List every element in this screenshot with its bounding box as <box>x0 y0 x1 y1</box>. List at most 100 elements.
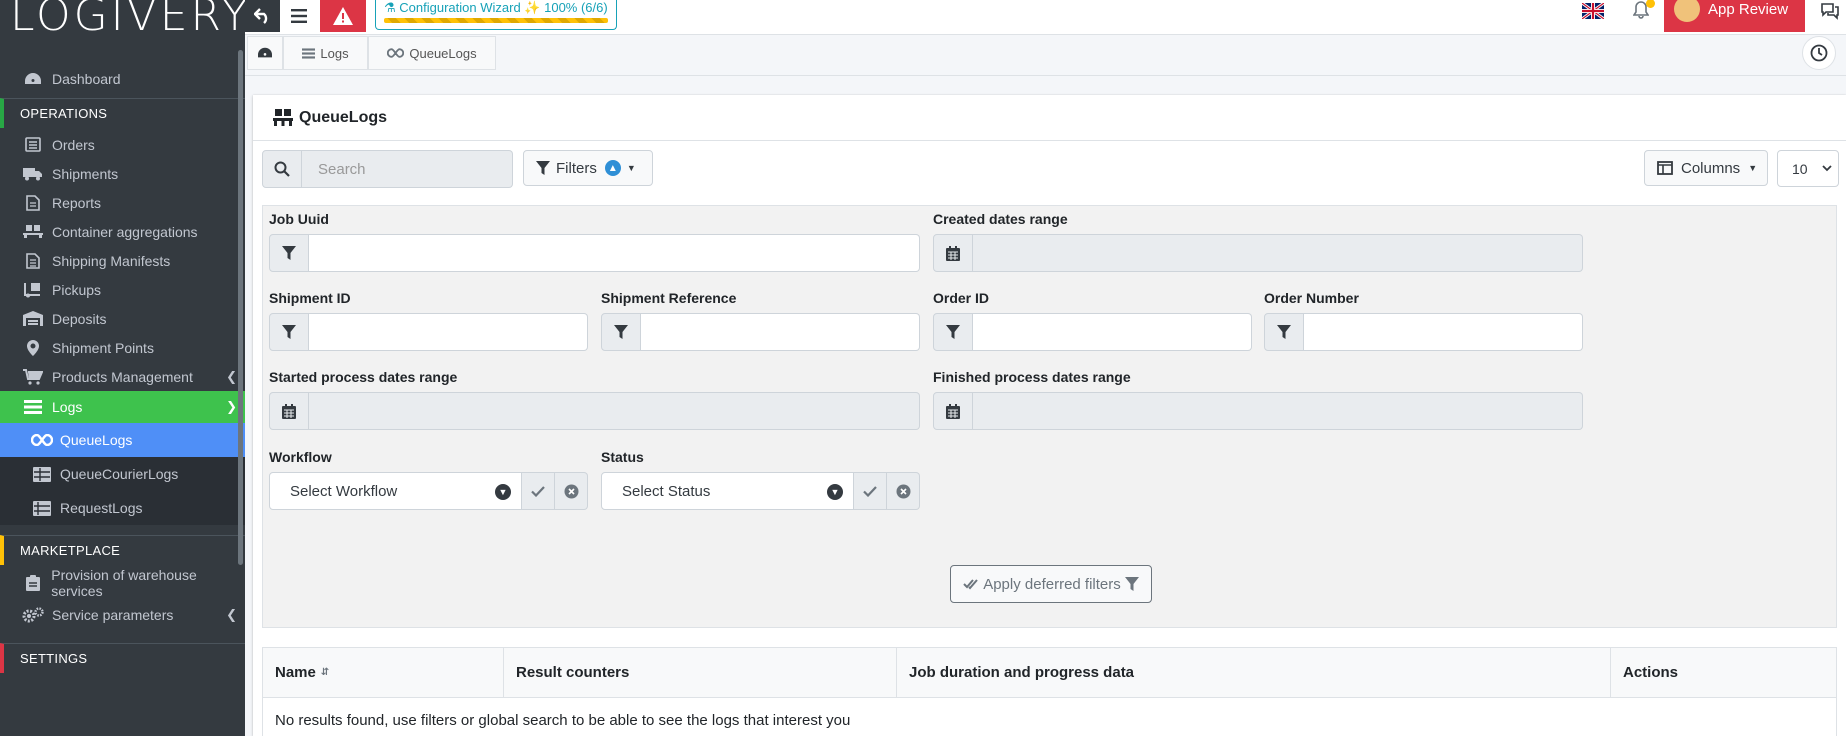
notifications-button[interactable] <box>1633 0 1655 19</box>
columns-button[interactable]: Columns ▼ <box>1644 150 1768 186</box>
status-label: Status <box>601 449 644 465</box>
job-uuid-input[interactable] <box>309 234 920 272</box>
sidebar-item-products-management[interactable]: Products Management ❮ <box>0 362 245 391</box>
columns-label: Columns <box>1681 159 1741 177</box>
bars-icon <box>302 47 316 59</box>
order-id-input[interactable] <box>973 313 1252 351</box>
logo-text: LOGIVERY <box>10 0 245 41</box>
search-button[interactable] <box>262 150 302 188</box>
filter-icon <box>269 234 309 272</box>
sidebar-item-service-parameters[interactable]: Service parameters ❮ <box>0 599 245 631</box>
gauge-icon <box>22 70 44 88</box>
workflow-select-group: Select Workflow ▼ <box>269 472 588 510</box>
chevron-down-icon <box>1821 165 1832 172</box>
sidebar-item-label: QueueLogs <box>60 432 133 448</box>
page-size-select[interactable]: 10 <box>1777 150 1839 187</box>
sidebar-item-label: Shipping Manifests <box>52 252 171 269</box>
sidebar-item-label: Orders <box>52 136 95 153</box>
status-select-group: Select Status ▼ <box>601 472 920 510</box>
order-id-label: Order ID <box>933 290 990 306</box>
sidebar-item-pickups[interactable]: Pickups <box>0 275 245 304</box>
sidebar-item-queuecourierlogs[interactable]: QueueCourierLogs <box>0 457 245 491</box>
sidebar-scrollbar[interactable] <box>238 50 243 565</box>
started-dates-input[interactable] <box>309 392 920 430</box>
sidebar-item-logs[interactable]: Logs ❯ <box>0 391 245 423</box>
back-button[interactable] <box>245 0 280 32</box>
uk-flag-icon[interactable] <box>1582 3 1604 19</box>
page-title-text: QueueLogs <box>299 108 388 126</box>
sidebar-item-orders[interactable]: Orders <box>0 130 245 159</box>
column-header-actions: Actions <box>1611 648 1836 697</box>
breadcrumb: Logs QueueLogs <box>245 36 1846 76</box>
check-icon <box>531 485 545 497</box>
sidebar-item-label: Reports <box>52 194 102 211</box>
comments-icon <box>1820 2 1840 20</box>
sidebar: LOGIVERY Dashboard OPERATIONS Orders Shi… <box>0 0 245 736</box>
wizard-label: Configuration Wizard <box>399 0 521 15</box>
times-circle-icon <box>564 484 579 499</box>
shipment-reference-label: Shipment Reference <box>601 290 737 306</box>
finished-dates-input[interactable] <box>973 392 1583 430</box>
section-label: MARKETPLACE <box>20 543 121 558</box>
sidebar-item-label: Shipment Points <box>52 339 154 356</box>
column-header-name[interactable]: Name ⇵ <box>263 648 504 697</box>
filter-icon <box>536 161 550 175</box>
order-number-input[interactable] <box>1304 313 1583 351</box>
sidebar-item-shipment-points[interactable]: Shipment Points <box>0 333 245 362</box>
apply-deferred-filters-button[interactable]: Apply deferred filters <box>950 565 1152 603</box>
workflow-clear-button[interactable] <box>555 472 588 510</box>
sidebar-item-shipments[interactable]: Shipments <box>0 159 245 188</box>
search-input[interactable]: Search <box>302 150 513 188</box>
status-clear-button[interactable] <box>887 472 920 510</box>
calendar-icon <box>269 392 309 430</box>
sidebar-item-reports[interactable]: Reports <box>0 188 245 217</box>
app-review-button[interactable]: App Review <box>1664 0 1805 32</box>
breadcrumb-home[interactable] <box>247 36 283 70</box>
list-icon <box>22 136 44 154</box>
history-button[interactable] <box>1802 36 1836 70</box>
status-confirm-button[interactable] <box>854 472 887 510</box>
section-settings: SETTINGS <box>0 643 245 673</box>
chevron-down-icon: ▼ <box>827 484 843 500</box>
breadcrumb-logs[interactable]: Logs <box>283 36 368 70</box>
shipment-id-input[interactable] <box>309 313 588 351</box>
configuration-wizard[interactable]: ⚗ Configuration Wizard ✨ 100% (6/6) <box>375 0 617 30</box>
sidebar-item-queuelogs[interactable]: QueueLogs <box>0 423 245 457</box>
workflow-confirm-button[interactable] <box>522 472 555 510</box>
workflow-placeholder: Select Workflow <box>290 482 398 500</box>
filters-button[interactable]: Filters ▲ ▼ <box>523 150 653 186</box>
sidebar-item-dashboard[interactable]: Dashboard <box>0 62 245 96</box>
page-size-value: 10 <box>1792 160 1808 177</box>
sidebar-item-container-aggregations[interactable]: Container aggregations <box>0 217 245 246</box>
topbar: ⚗ Configuration Wizard ✨ 100% (6/6) App … <box>245 0 1846 35</box>
sidebar-item-provision-warehouse[interactable]: Provision of warehouse services <box>0 567 245 599</box>
pallet-icon <box>22 223 44 241</box>
gears-icon <box>22 606 44 624</box>
sidebar-item-label: Pickups <box>52 281 102 298</box>
menu-toggle-button[interactable] <box>282 0 315 32</box>
filter-icon <box>1264 313 1304 351</box>
sidebar-item-deposits[interactable]: Deposits <box>0 304 245 333</box>
sidebar-item-label: Shipments <box>52 165 119 182</box>
caret-down-icon: ▼ <box>1748 163 1758 173</box>
wizard-progress: 100% (6/6) <box>544 0 608 15</box>
section-label: SETTINGS <box>20 651 88 666</box>
infinity-icon <box>30 434 54 446</box>
th-list-icon <box>30 500 54 516</box>
sidebar-item-label: Dashboard <box>52 71 121 87</box>
workflow-label: Workflow <box>269 449 332 465</box>
created-dates-input[interactable] <box>973 234 1583 272</box>
status-select[interactable]: Select Status ▼ <box>601 472 854 510</box>
section-label: OPERATIONS <box>20 106 108 121</box>
alert-button[interactable] <box>320 0 366 32</box>
chat-button[interactable] <box>1820 2 1840 20</box>
shipment-reference-input[interactable] <box>641 313 920 351</box>
logo[interactable]: LOGIVERY <box>0 0 245 42</box>
sidebar-item-requestlogs[interactable]: RequestLogs <box>0 491 245 525</box>
sidebar-item-shipping-manifests[interactable]: Shipping Manifests <box>0 246 245 275</box>
chevron-left-icon: ❮ <box>226 368 237 384</box>
breadcrumb-queuelogs[interactable]: QueueLogs <box>368 36 496 70</box>
sidebar-item-label: Logs <box>52 399 83 415</box>
workflow-select[interactable]: Select Workflow ▼ <box>269 472 522 510</box>
chevron-up-icon: ▲ <box>604 160 621 176</box>
